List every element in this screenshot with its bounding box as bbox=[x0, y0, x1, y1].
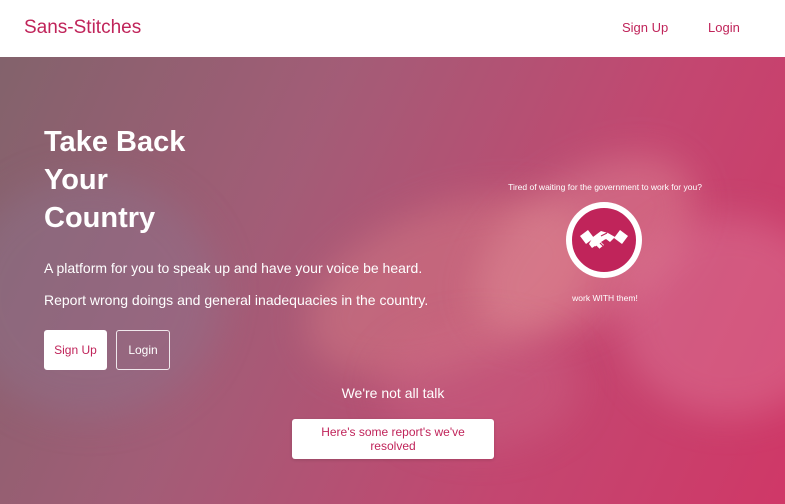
promo-caption: Tired of waiting for the government to w… bbox=[508, 182, 702, 192]
navbar: Sans-Stitches Sign Up Login bbox=[0, 0, 785, 57]
signup-button[interactable]: Sign Up bbox=[44, 330, 107, 370]
hero-tagline: A platform for you to speak up and have … bbox=[44, 260, 423, 276]
headline-line: Country bbox=[44, 202, 156, 234]
login-button[interactable]: Login bbox=[116, 330, 170, 370]
promo-subcaption: work WITH them! bbox=[572, 293, 638, 303]
reports-heading: We're not all talk bbox=[341, 385, 445, 401]
handshake-icon-graphic bbox=[570, 206, 638, 274]
headline-line: Take Back bbox=[44, 126, 186, 158]
resolved-reports-button[interactable]: Here's some report's we've resolved bbox=[292, 419, 494, 459]
brand-logo[interactable]: Sans-Stitches bbox=[24, 17, 141, 39]
handshake-icon bbox=[566, 202, 642, 278]
hero-section: Take Back Your Country A platform for yo… bbox=[0, 57, 785, 504]
nav-login-link[interactable]: Login bbox=[708, 20, 740, 35]
hero-tagline: Report wrong doings and general inadequa… bbox=[44, 292, 429, 308]
headline-line: Your bbox=[44, 164, 108, 196]
hero-headline: Take Back Your Country bbox=[44, 123, 244, 237]
nav-signup-link[interactable]: Sign Up bbox=[622, 20, 668, 35]
